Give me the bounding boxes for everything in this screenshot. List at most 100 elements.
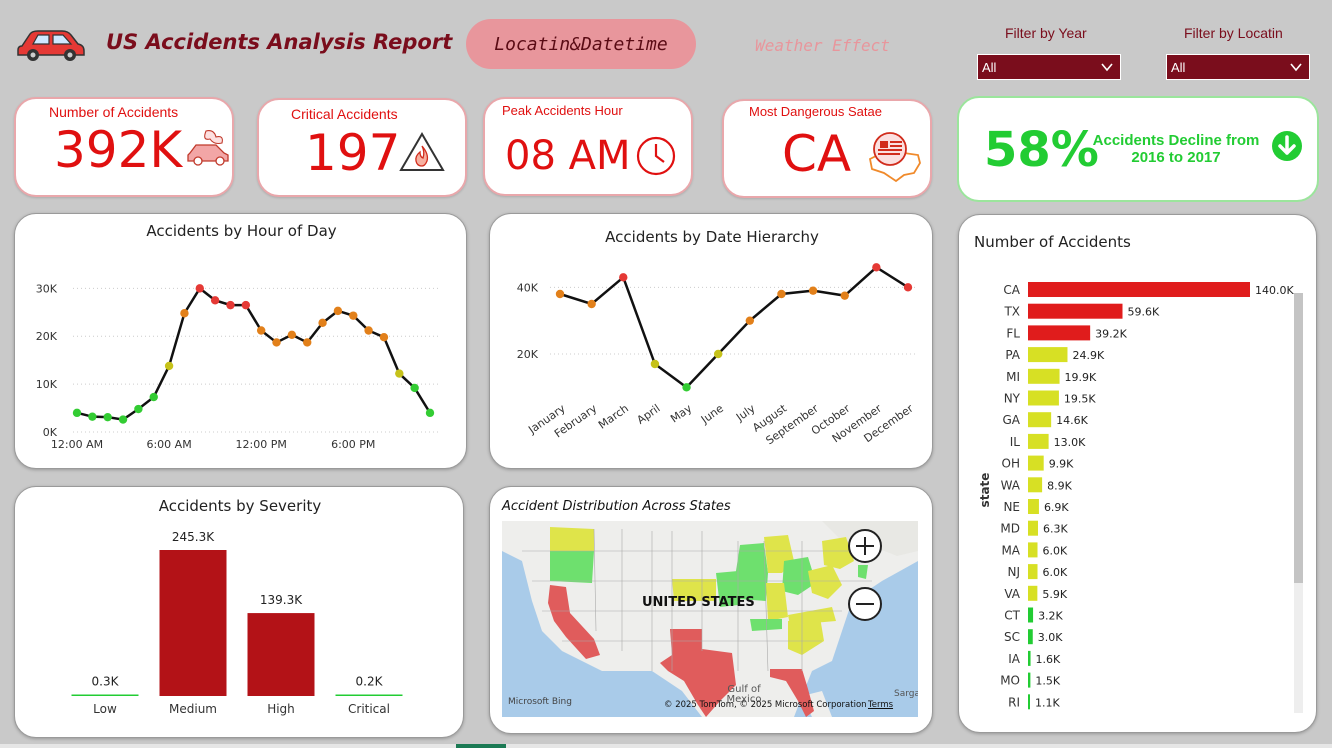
date-point <box>903 283 913 292</box>
kpi-decline-value: 58% <box>984 122 1099 178</box>
state-bar-label: 59.6K <box>1128 306 1160 319</box>
fire-warning-icon <box>399 132 445 171</box>
x-tick-label: 12:00 AM <box>51 438 103 451</box>
severity-bar-label: 139.3K <box>260 593 303 607</box>
tab-weather-effect[interactable]: Weather Effect <box>740 30 905 60</box>
kpi-peak-value: 08 AM <box>505 133 631 179</box>
hour-point <box>210 296 220 305</box>
map-terms-link[interactable]: Terms <box>868 700 893 710</box>
x-tick-label: April <box>635 402 663 427</box>
date-point <box>555 289 565 299</box>
hour-point <box>425 408 435 418</box>
state-axis-label: state <box>978 473 992 508</box>
x-tick-label: March <box>596 402 631 432</box>
state-bar-label: 6.0K <box>1043 544 1068 557</box>
page-tab-strip <box>0 744 1332 748</box>
panel-state-accidents: Number of Accidents state CA 140.0K TX 59.6K… <box>958 214 1317 733</box>
severity-bar-label: 0.2K <box>356 675 384 689</box>
hour-point <box>164 361 174 371</box>
state-category-label: FL <box>1006 326 1020 340</box>
state-category-label: MA <box>1001 543 1020 557</box>
severity-bar-label: 245.3K <box>172 530 215 544</box>
hour-point <box>303 338 312 347</box>
state-bar-chart: state CA 140.0K TX 59.6K FL 39.2K PA 24.9K MI 19.9… <box>978 282 1294 710</box>
kpi-card-decline: 58% Accidents Decline from 2016 to 2017 <box>957 96 1319 202</box>
hour-point <box>349 311 358 320</box>
state-bar-label: 19.9K <box>1065 371 1097 384</box>
kpi-accidents-value: 392K <box>54 121 183 179</box>
scrollbar-thumb[interactable] <box>1294 293 1303 583</box>
hour-point <box>241 300 251 310</box>
severity-bar-label: 0.3K <box>92 675 120 689</box>
hour-point <box>149 392 158 402</box>
state-bar-label: 6.0K <box>1043 566 1068 579</box>
severity-bar <box>159 550 227 696</box>
date-point <box>682 383 691 392</box>
state-category-label: NY <box>1004 392 1021 406</box>
state-bar <box>1028 282 1250 297</box>
zoom-out-button[interactable] <box>848 587 882 621</box>
state-bar-label: 140.0K <box>1255 284 1294 297</box>
map-country-label: UNITED STATES <box>642 595 755 610</box>
hour-point <box>226 300 235 310</box>
map-title: Accident Distribution Across States <box>502 499 731 514</box>
state-category-label: OH <box>1002 457 1020 471</box>
hour-point <box>195 284 204 293</box>
map-attribution: © 2025 TomTom, © 2025 Microsoft Corporat… <box>664 700 867 710</box>
kpi-decline-text: Accidents Decline from 2016 to 2017 <box>1092 132 1260 166</box>
filter-location-select[interactable]: All <box>1166 54 1310 80</box>
hour-point <box>134 404 143 414</box>
state-bar <box>1028 412 1052 428</box>
page-title: US Accidents Analysis Report <box>106 30 453 54</box>
map-sarga-label: Sarga <box>894 689 918 699</box>
state-category-label: CT <box>1004 609 1020 623</box>
state-category-label: IA <box>1008 652 1021 666</box>
panel-hour-of-day: Accidents by Hour of Day 0K 10K 20K 30K 12:0… <box>14 213 467 469</box>
filter-year-value: All <box>982 60 997 75</box>
severity-category-label: High <box>267 702 295 716</box>
state-bar <box>1028 650 1031 666</box>
date-point <box>650 359 660 369</box>
date-point <box>777 289 786 299</box>
state-bar <box>1028 347 1068 363</box>
state-bar-label: 24.9K <box>1072 349 1104 362</box>
zoom-in-button[interactable] <box>848 529 882 563</box>
state-bar-label: 6.3K <box>1043 523 1068 536</box>
state-bar <box>1028 390 1059 406</box>
x-tick-label: 6:00 PM <box>331 438 375 451</box>
kpi-dangerous-value: CA <box>782 125 852 183</box>
state-bar <box>1028 455 1044 471</box>
hour-point <box>287 330 297 340</box>
minus-icon <box>856 603 874 605</box>
state-bar-label: 8.9K <box>1047 479 1072 492</box>
state-bar-label: 1.5K <box>1035 675 1060 688</box>
tab-location-datetime[interactable]: Locatin&Datetime <box>466 19 696 69</box>
kpi-card-dangerous-state: Most Dangerous Satae CA <box>722 99 932 198</box>
state-bar <box>1028 694 1030 710</box>
state-bar <box>1028 607 1034 623</box>
state-category-label: TX <box>1003 305 1020 319</box>
state-bar-label: 6.9K <box>1044 501 1069 514</box>
state-category-label: PA <box>1005 348 1020 362</box>
panel-date-hierarchy: Accidents by Date Hierarchy 20K 40K Januar… <box>489 213 933 469</box>
kpi-card-peak: Peak Accidents Hour 08 AM <box>483 97 693 196</box>
state-bar <box>1028 477 1043 493</box>
severity-category-label: Low <box>93 702 117 716</box>
state-category-label: RI <box>1008 695 1020 709</box>
hour-point <box>72 408 82 418</box>
state-bar-label: 5.9K <box>1042 588 1067 601</box>
scrollbar-track[interactable] <box>1294 293 1303 713</box>
filter-year-select[interactable]: All <box>977 54 1121 80</box>
map-canvas[interactable]: UNITED STATES Gulf of Mexico Sarga Micro… <box>502 521 918 717</box>
hour-point <box>379 333 389 342</box>
hour-line-chart: 0K10K20K30K12:00 AM 6:00 AM 12:00 PM 6:00 P… <box>36 282 440 451</box>
state-bar-label: 13.0K <box>1054 436 1086 449</box>
plus-icon <box>856 537 874 555</box>
state-bar <box>1028 303 1123 319</box>
kpi-dangerous-title: Most Dangerous Satae <box>749 104 882 119</box>
state-category-label: GA <box>1002 413 1020 427</box>
clock-icon <box>636 136 676 176</box>
panel-map: Accident Distribution Across States UNIT… <box>489 486 933 734</box>
kpi-peak-title: Peak Accidents Hour <box>502 103 623 118</box>
kpi-critical-title: Critical Accidents <box>291 106 398 122</box>
